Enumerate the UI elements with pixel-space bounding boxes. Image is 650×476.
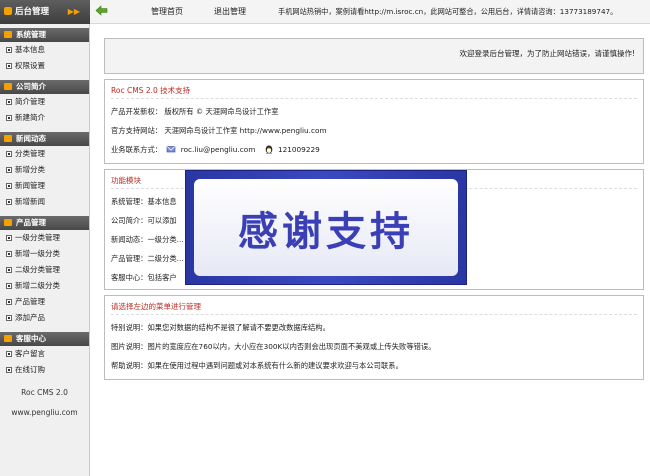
sidebar-item-intro-new[interactable]: 新建简介 bbox=[0, 110, 89, 126]
sidebar-section-system[interactable]: 系统管理 bbox=[0, 28, 89, 42]
bullet-icon bbox=[6, 115, 12, 121]
instructions-title: 请选择左边的菜单进行管理 bbox=[111, 300, 637, 315]
sidebar-item-cat1-manage[interactable]: 一级分类管理 bbox=[0, 230, 89, 246]
sidebar-section-news[interactable]: 新闻动态 bbox=[0, 132, 89, 146]
bullet-icon bbox=[6, 299, 12, 305]
sidebar-item-orders[interactable]: 在线订购 bbox=[0, 362, 89, 378]
bullet-icon bbox=[6, 267, 12, 273]
qq-penguin-icon bbox=[265, 145, 272, 154]
sidebar-item-category-new[interactable]: 新增分类 bbox=[0, 162, 89, 178]
bullet-icon bbox=[6, 351, 12, 357]
contact-row: 业务联系方式： roc.liu@pengliu.com 121009229 bbox=[111, 145, 320, 154]
sidebar-item-basic-info[interactable]: 基本信息 bbox=[0, 42, 89, 58]
sidebar-item-product-manage[interactable]: 产品管理 bbox=[0, 294, 89, 310]
welcome-message: 欢迎登录后台管理，为了防止网站错误，请谨慎操作! bbox=[104, 38, 644, 74]
bullet-icon bbox=[6, 47, 12, 53]
email-link[interactable]: roc.liu@pengliu.com bbox=[181, 145, 256, 154]
brand-title: 后台管理 bbox=[15, 7, 50, 17]
sidebar-item-intro-manage[interactable]: 简介管理 bbox=[0, 94, 89, 110]
support-title: Roc CMS 2.0 技术支持 bbox=[111, 84, 637, 99]
sidebar-item-cat2-manage[interactable]: 二级分类管理 bbox=[0, 262, 89, 278]
sidebar-item-cat2-new[interactable]: 新增二级分类 bbox=[0, 278, 89, 294]
sidebar-item-product-add[interactable]: 添加产品 bbox=[0, 310, 89, 326]
sidebar-item-category-manage[interactable]: 分类管理 bbox=[0, 146, 89, 162]
instruction-row: 帮助说明：如果在使用过程中遇到问题或对本系统有什么新的建议要求欢迎与本公司联系。 bbox=[111, 361, 403, 370]
sidebar-item-news-new[interactable]: 新增新闻 bbox=[0, 194, 89, 210]
folder-icon bbox=[4, 219, 12, 226]
banner-inner: 感谢支持 bbox=[194, 179, 458, 276]
sidebar-item-news-manage[interactable]: 新闻管理 bbox=[0, 178, 89, 194]
folder-icon bbox=[4, 135, 12, 142]
bullet-icon bbox=[6, 151, 12, 157]
bullet-icon bbox=[6, 63, 12, 69]
folder-icon bbox=[4, 83, 12, 90]
back-arrow-icon[interactable] bbox=[95, 4, 108, 17]
bullet-icon bbox=[6, 235, 12, 241]
support-panel: Roc CMS 2.0 技术支持 产品开发新权： 版权所有 © 天涯网命鸟设计工… bbox=[104, 79, 644, 164]
instructions-panel: 请选择左边的菜单进行管理 特别说明：如果您对数据的结构不是很了解请不要更改数据库… bbox=[104, 295, 644, 380]
thanks-banner: 感谢支持 bbox=[185, 170, 467, 285]
instruction-row: 图片说明：图片的宽度应在760以内，大小应在300K以内否则会出现页面不美观或上… bbox=[111, 342, 436, 351]
sidebar-item-cat1-new[interactable]: 新增一级分类 bbox=[0, 246, 89, 262]
bullet-icon bbox=[6, 167, 12, 173]
folder-icon bbox=[4, 31, 12, 38]
collapse-arrows-icon[interactable]: ▶▶ bbox=[68, 0, 80, 24]
notice-text: 手机网站热销中，案例请看http://m.isroc.cn，此网站可整合，公用后… bbox=[278, 7, 618, 16]
sidebar-section-company[interactable]: 公司简介 bbox=[0, 80, 89, 94]
instruction-row: 特别说明：如果您对数据的结构不是很了解请不要更改数据库结构。 bbox=[111, 323, 330, 332]
sidebar-section-products[interactable]: 产品管理 bbox=[0, 216, 89, 230]
bullet-icon bbox=[6, 367, 12, 373]
bullet-icon bbox=[6, 199, 12, 205]
folder-icon bbox=[4, 335, 12, 342]
bullet-icon bbox=[6, 99, 12, 105]
sidebar-item-permissions[interactable]: 权限设置 bbox=[0, 58, 89, 74]
bullet-icon bbox=[6, 315, 12, 321]
sidebar-section-service[interactable]: 客服中心 bbox=[0, 332, 89, 346]
nav-logout[interactable]: 退出管理 bbox=[214, 0, 246, 24]
bullet-icon bbox=[6, 251, 12, 257]
nav-admin-home[interactable]: 管理首页 bbox=[151, 0, 183, 24]
sidebar: 系统管理 基本信息 权限设置 公司简介 简介管理 新建简介 新闻动态 分类管理 … bbox=[0, 24, 90, 476]
sidebar-item-messages[interactable]: 客户留言 bbox=[0, 346, 89, 362]
qq-number: 121009229 bbox=[277, 145, 320, 154]
banner-text: 感谢支持 bbox=[238, 209, 414, 255]
email-icon bbox=[167, 146, 176, 153]
brand-header: 后台管理 ▶▶ bbox=[0, 0, 90, 24]
home-icon bbox=[4, 7, 12, 15]
top-bar: 后台管理 ▶▶ 管理首页 退出管理 手机网站热销中，案例请看http://m.i… bbox=[0, 0, 650, 24]
sidebar-footer-version: Roc CMS 2.0 bbox=[21, 388, 68, 397]
bullet-icon bbox=[6, 183, 12, 189]
website-row: 官方支持网站： 天涯网命鸟设计工作室 http://www.pengliu.co… bbox=[111, 126, 327, 135]
copyright-row: 产品开发新权： 版权所有 © 天涯网命鸟设计工作室 bbox=[111, 107, 279, 116]
bullet-icon bbox=[6, 283, 12, 289]
sidebar-footer-site: www.pengliu.com bbox=[11, 408, 78, 417]
